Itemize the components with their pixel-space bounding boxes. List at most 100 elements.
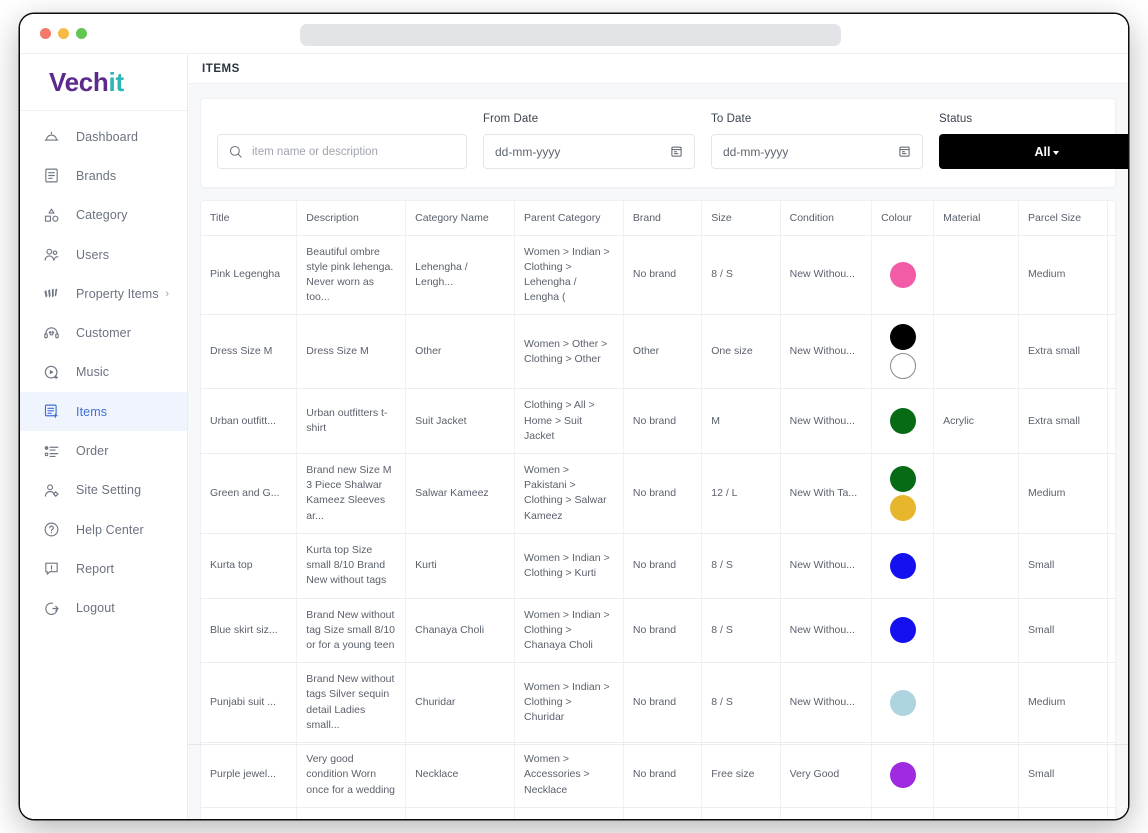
- site-setting-icon: [42, 481, 60, 499]
- search-input[interactable]: item name or description: [217, 134, 467, 169]
- table-row[interactable]: Purple jewel...Very good condition Worn …: [201, 743, 1115, 808]
- table-row[interactable]: Punjabi suit ...Brand New without tags S…: [201, 663, 1115, 743]
- to-date-input[interactable]: dd-mm-yyyy: [711, 134, 923, 169]
- cell-category-name: Necklace: [406, 743, 515, 808]
- sidebar-item-help-center[interactable]: Help Center: [20, 510, 187, 549]
- cell-parent-category: Women > Indian > Clothing > Churidar: [515, 663, 624, 743]
- sidebar-item-customer[interactable]: Customer: [20, 313, 187, 352]
- address-bar[interactable]: [300, 24, 841, 46]
- table-row[interactable]: Kurta topKurta top Size small 8/10 Brand…: [201, 533, 1115, 598]
- cell-brand: No brand: [623, 235, 701, 315]
- page-header: ITEMS: [188, 54, 1128, 84]
- browser-window: Vechit Dashboard Brands: [20, 14, 1128, 819]
- cell-brand: Other: [623, 315, 701, 389]
- sidebar-item-site-setting[interactable]: Site Setting: [20, 471, 187, 510]
- column-header-condition[interactable]: Condition: [780, 201, 871, 235]
- to-date-group: To Date dd-mm-yyyy: [711, 113, 923, 169]
- cell-condition: New Withou...: [780, 315, 871, 389]
- table-row[interactable]: Urban outfitt...Urban outfitters t-shirt…: [201, 389, 1115, 454]
- cell-colour: [872, 807, 934, 819]
- sidebar-item-label: Property Items: [76, 287, 159, 301]
- status-dropdown[interactable]: All: [939, 134, 1128, 169]
- report-icon: [42, 560, 60, 578]
- cell-size: M: [702, 389, 780, 454]
- sidebar-item-property-items[interactable]: Property Items ›: [20, 274, 187, 313]
- column-header-material[interactable]: Material: [934, 201, 1019, 235]
- column-header-colour[interactable]: Colour: [872, 201, 934, 235]
- cell-material: Acrylic: [934, 389, 1019, 454]
- cell-title: Punjabi suit ...: [201, 663, 297, 743]
- app-logo[interactable]: Vechit: [20, 54, 187, 111]
- cell-offer: [1108, 315, 1115, 389]
- cell-material: [934, 533, 1019, 598]
- column-header-size[interactable]: Size: [702, 201, 780, 235]
- cell-size: 8 / S: [702, 663, 780, 743]
- cell-brand: No brand: [623, 389, 701, 454]
- maximize-window-button[interactable]: [76, 28, 87, 39]
- cell-parent-category: Women > Accessories > Necklace: [515, 743, 624, 808]
- customer-icon: [42, 324, 60, 342]
- minimize-window-button[interactable]: [58, 28, 69, 39]
- cell-brand: No brand: [623, 533, 701, 598]
- from-date-group: From Date dd-mm-yyyy: [483, 113, 695, 169]
- items-icon: [42, 403, 60, 421]
- cell-colour: [872, 235, 934, 315]
- logout-icon: [42, 599, 60, 617]
- cell-parcel-size: Medium: [1019, 663, 1108, 743]
- cell-category-name: Other: [406, 315, 515, 389]
- table-row[interactable]: Purple jewel...Very good condition Worn …: [201, 807, 1115, 819]
- cell-size: 8 / S: [702, 533, 780, 598]
- calendar-icon[interactable]: [670, 145, 683, 158]
- column-header-offer[interactable]: Offer: [1108, 201, 1115, 235]
- status-group: Status All: [939, 113, 1128, 169]
- column-header-title[interactable]: Title: [201, 201, 297, 235]
- cell-title: Kurta top: [201, 533, 297, 598]
- column-header-brand[interactable]: Brand: [623, 201, 701, 235]
- cell-size: Free size: [702, 807, 780, 819]
- colour-swatch-stack: [881, 408, 924, 434]
- sidebar-item-report[interactable]: Report: [20, 549, 187, 588]
- cell-condition: New Withou...: [780, 235, 871, 315]
- column-header-description[interactable]: Description: [297, 201, 406, 235]
- cell-parcel-size: Medium: [1019, 454, 1108, 534]
- table-row[interactable]: Dress Size MDress Size MOtherWomen > Oth…: [201, 315, 1115, 389]
- sidebar-item-order[interactable]: Order: [20, 431, 187, 470]
- items-table: Title Description Category Name Parent C…: [201, 201, 1115, 819]
- cell-parent-category: Women > Accessories > Necklace: [515, 807, 624, 819]
- cell-description: Brand New without tags Silver sequin det…: [297, 663, 406, 743]
- cell-condition: New Withou...: [780, 598, 871, 663]
- sidebar-item-category[interactable]: Category: [20, 196, 187, 235]
- sidebar-item-music[interactable]: Music: [20, 353, 187, 392]
- cell-description: Kurta top Size small 8/10 Brand New with…: [297, 533, 406, 598]
- column-header-parcel-size[interactable]: Parcel Size: [1019, 201, 1108, 235]
- from-date-input[interactable]: dd-mm-yyyy: [483, 134, 695, 169]
- cell-category-name: Lehengha / Lengh...: [406, 235, 515, 315]
- colour-swatch-stack: [881, 324, 924, 379]
- sidebar-item-logout[interactable]: Logout: [20, 589, 187, 628]
- table-row[interactable]: Green and G...Brand new Size M 3 Piece S…: [201, 454, 1115, 534]
- cell-title: Purple jewel...: [201, 807, 297, 819]
- column-header-category-name[interactable]: Category Name: [406, 201, 515, 235]
- sidebar-item-brands[interactable]: Brands: [20, 156, 187, 195]
- calendar-icon[interactable]: [898, 145, 911, 158]
- close-window-button[interactable]: [40, 28, 51, 39]
- cell-description: Brand New without tag Size small 8/10 or…: [297, 598, 406, 663]
- cell-category-name: Necklace: [406, 807, 515, 819]
- sidebar-item-label: Help Center: [76, 523, 144, 537]
- to-date-placeholder: dd-mm-yyyy: [723, 145, 788, 159]
- from-date-label: From Date: [483, 113, 695, 125]
- order-icon: [42, 442, 60, 460]
- sidebar-item-items[interactable]: Items: [20, 392, 187, 431]
- table-row[interactable]: Pink LegenghaBeautiful ombre style pink …: [201, 235, 1115, 315]
- cell-parcel-size: Medium: [1019, 235, 1108, 315]
- sidebar-item-users[interactable]: Users: [20, 235, 187, 274]
- table-row[interactable]: Blue skirt siz...Brand New without tag S…: [201, 598, 1115, 663]
- column-header-parent-category[interactable]: Parent Category: [515, 201, 624, 235]
- sidebar-item-dashboard[interactable]: Dashboard: [20, 117, 187, 156]
- colour-swatch: [890, 466, 916, 492]
- sidebar: Vechit Dashboard Brands: [20, 54, 188, 819]
- colour-swatch-stack: [881, 690, 924, 716]
- main-content: ITEMS item name or description F: [188, 54, 1128, 819]
- cell-title: Blue skirt siz...: [201, 598, 297, 663]
- cell-title: Purple jewel...: [201, 743, 297, 808]
